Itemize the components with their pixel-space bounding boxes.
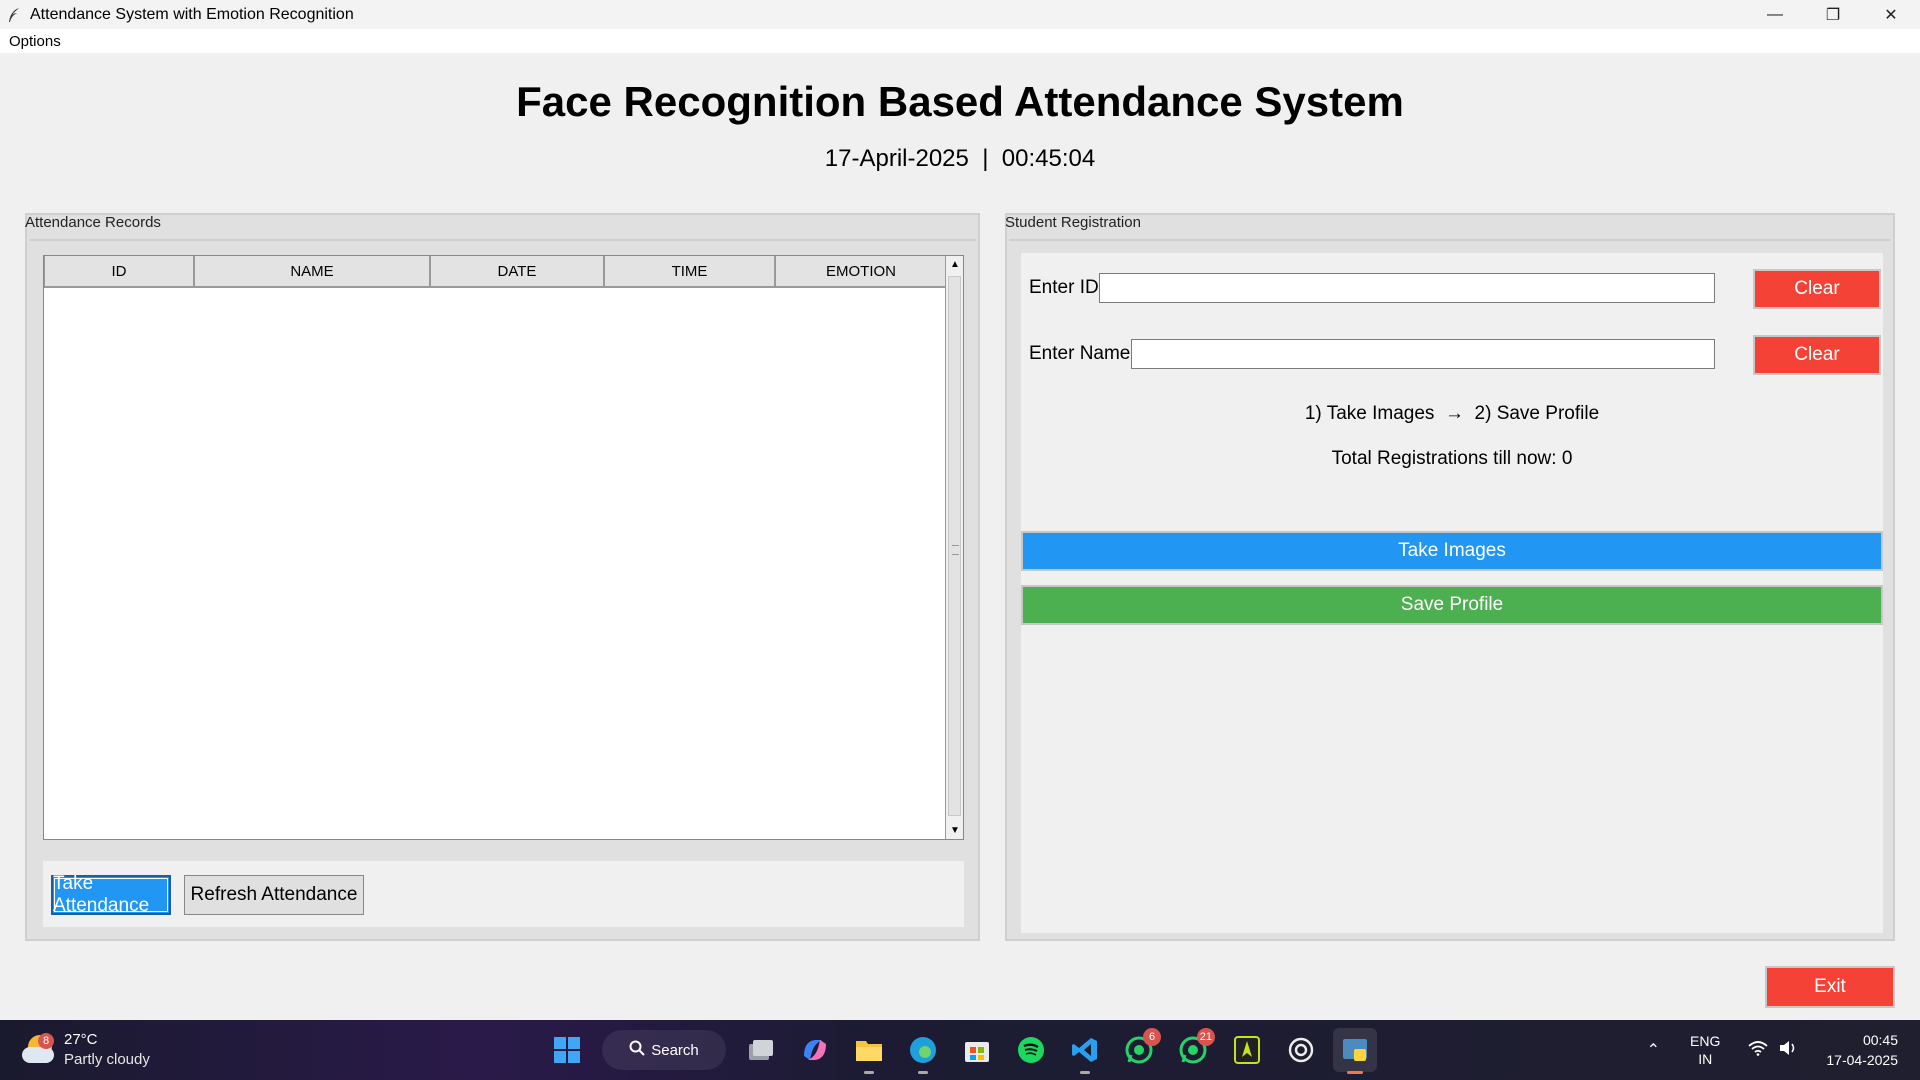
spotify-icon[interactable] [1009,1028,1053,1072]
python-app-icon[interactable] [1333,1028,1377,1074]
taskbar: 8 27°C Partly cloudy Search 6 21 ⌃ ENG I… [0,1020,1920,1080]
current-time: 00:45:04 [1001,145,1096,172]
attendance-table[interactable]: ID NAME DATE TIME EMOTION ▲ ▼ [43,255,964,840]
whatsapp-business-notification-badge: 21 [1196,1028,1215,1046]
page-title: Face Recognition Based Attendance System [516,78,1404,125]
column-header-name[interactable]: NAME [194,256,430,287]
scroll-up-arrow-icon[interactable]: ▲ [946,256,964,273]
task-view-icon[interactable] [739,1028,783,1072]
scroll-thumb[interactable] [948,276,961,816]
region-code: IN [1698,1051,1713,1067]
column-header-date[interactable]: DATE [430,256,604,287]
column-header-emotion[interactable]: EMOTION [775,256,947,287]
vscode-icon[interactable] [1063,1028,1107,1074]
name-input[interactable] [1131,339,1715,369]
taskbar-search[interactable]: Search [602,1030,726,1070]
attendance-panel-label: Attendance Records [25,214,161,231]
total-registrations: Total Registrations till now: 0 [1331,448,1573,469]
take-images-button[interactable]: Take Images [1021,531,1883,571]
date-time-separator: | [968,145,1002,172]
window-titlebar: Attendance System with Emotion Recogniti… [0,0,1920,29]
clock[interactable]: 00:45 17-04-2025 [1826,1030,1898,1070]
clear-id-button[interactable]: Clear [1753,269,1881,309]
maximize-button[interactable]: ❐ [1804,0,1862,29]
save-profile-button[interactable]: Save Profile [1021,585,1883,625]
chatgpt-icon[interactable] [1279,1028,1323,1072]
clock-date: 17-04-2025 [1826,1052,1898,1068]
table-scrollbar[interactable]: ▲ ▼ [945,256,963,839]
minimize-button[interactable]: — [1746,0,1804,29]
taskbar-apps: Search 6 21 [540,1028,1382,1074]
id-label: Enter ID: [1029,277,1104,298]
close-button[interactable]: ✕ [1862,0,1920,29]
system-tray: ⌃ ENG IN 00:45 17-04-2025 [1647,1020,1920,1080]
menu-bar: Options [0,29,1920,53]
column-header-id[interactable]: ID [44,256,194,287]
student-registration-panel: Enter ID: Clear Enter Name: Clear 1) Tak… [1005,213,1895,941]
weather-icon: 8 [22,1033,56,1067]
window-title: Attendance System with Emotion Recogniti… [30,5,354,23]
language-indicator[interactable]: ENG IN [1690,1032,1720,1068]
search-icon [629,1040,645,1060]
registration-steps: 1) Take Images → 2) Save Profile [1304,403,1600,424]
speaker-icon [1778,1040,1798,1061]
table-header: ID NAME DATE TIME EMOTION [44,256,963,288]
weather-widget[interactable]: 8 27°C Partly cloudy [22,1030,150,1070]
cursor-app-icon[interactable] [1225,1028,1269,1072]
registration-panel-label: Student Registration [1005,214,1141,231]
quick-settings[interactable] [1748,1040,1798,1061]
language-code: ENG [1690,1033,1721,1049]
windows-start-icon[interactable] [545,1028,589,1072]
clock-time: 00:45 [1862,1032,1898,1048]
weather-temp: 27°C [64,1031,98,1048]
search-label: Search [651,1041,699,1059]
weather-condition: Partly cloudy [64,1051,150,1068]
take-attendance-button[interactable]: Take Attendance [51,873,171,916]
whatsapp-icon[interactable]: 6 [1117,1028,1161,1072]
current-date: 17-April-2025 [824,145,969,172]
whatsapp-notification-badge: 6 [1143,1028,1161,1046]
id-input[interactable] [1099,273,1715,303]
file-explorer-icon[interactable] [847,1028,891,1074]
name-label: Enter Name: [1029,343,1136,364]
chevron-up-icon[interactable]: ⌃ [1647,1040,1660,1060]
registration-form: Enter ID: Clear Enter Name: Clear 1) Tak… [1021,253,1883,933]
menu-options[interactable]: Options [9,33,61,50]
attendance-records-panel: ID NAME DATE TIME EMOTION ▲ ▼ Take Atten… [25,213,980,941]
refresh-attendance-button[interactable]: Refresh Attendance [184,875,364,915]
edge-browser-icon[interactable] [901,1028,945,1074]
weather-badge: 8 [38,1033,54,1049]
date-time-display: 17-April-2025 | 00:45:04 [0,145,1920,173]
scroll-down-arrow-icon[interactable]: ▼ [946,822,964,839]
exit-button[interactable]: Exit [1765,966,1895,1008]
microsoft-store-icon[interactable] [955,1028,999,1072]
feather-icon [6,7,22,23]
whatsapp-business-icon[interactable]: 21 [1171,1028,1215,1072]
wifi-icon [1748,1040,1768,1061]
column-header-time[interactable]: TIME [604,256,775,287]
copilot-icon[interactable] [793,1028,837,1072]
clear-name-button[interactable]: Clear [1753,335,1881,375]
attendance-button-area: Take Attendance Refresh Attendance [43,861,964,927]
